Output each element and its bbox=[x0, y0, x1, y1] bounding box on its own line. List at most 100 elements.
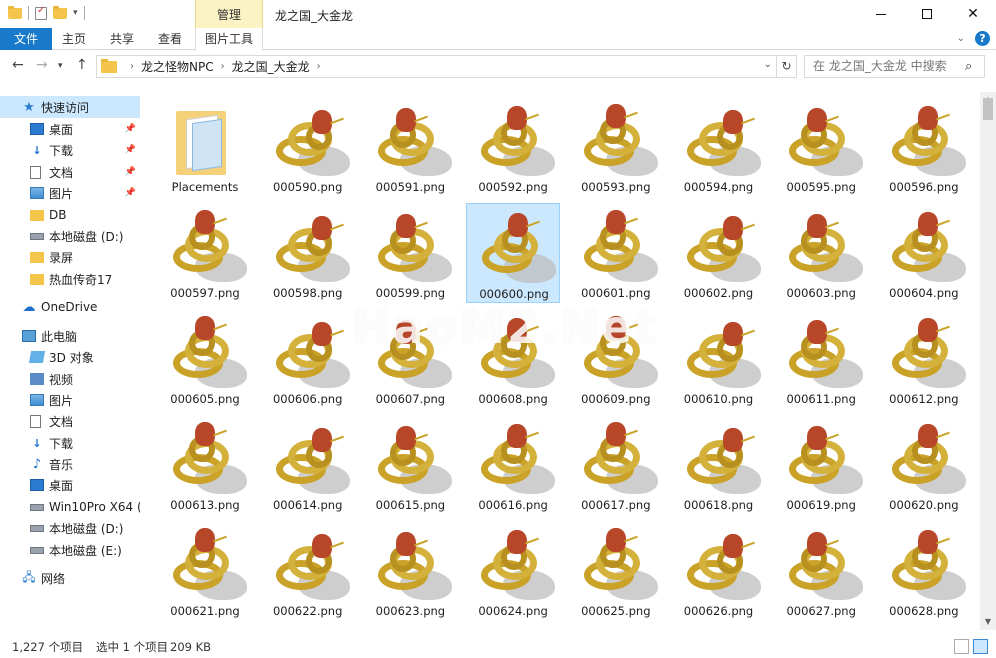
nav-item-drive-d-pc[interactable]: 本地磁盘 (D:) bbox=[0, 517, 140, 539]
file-item[interactable]: 000593.png bbox=[569, 97, 663, 197]
file-item[interactable]: 000590.png bbox=[261, 97, 355, 197]
large-icons-view-icon[interactable] bbox=[973, 639, 988, 654]
file-item[interactable]: 000620.png bbox=[877, 415, 971, 515]
help-icon[interactable]: ? bbox=[975, 31, 990, 46]
file-item[interactable]: 000614.png bbox=[261, 415, 355, 515]
file-item[interactable]: 000599.png bbox=[363, 203, 457, 303]
folder-item[interactable]: Placements bbox=[158, 97, 252, 197]
recent-locations-icon[interactable]: ▾ bbox=[58, 61, 63, 71]
search-input[interactable]: 在 龙之国_大金龙 中搜索 bbox=[804, 55, 985, 78]
file-item[interactable]: 000611.png bbox=[774, 309, 868, 409]
file-item[interactable]: 000624.png bbox=[466, 521, 560, 621]
tab-share[interactable]: 共享 bbox=[104, 28, 140, 50]
nav-item-quick-access[interactable]: ★ 快速访问 bbox=[0, 96, 140, 118]
tab-view[interactable]: 查看 bbox=[152, 28, 188, 50]
nav-item-desktop[interactable]: 桌面 📌 bbox=[0, 118, 140, 140]
nav-item-screen-recordings[interactable]: 录屏 bbox=[0, 246, 140, 268]
file-item[interactable]: 000601.png bbox=[569, 203, 663, 303]
pin-icon[interactable]: 📌 bbox=[125, 188, 136, 198]
close-button[interactable]: ✕ bbox=[950, 0, 996, 28]
nav-item-documents[interactable]: 文档 📌 bbox=[0, 161, 140, 183]
maximize-button[interactable] bbox=[904, 0, 950, 28]
file-item[interactable]: 000602.png bbox=[672, 203, 766, 303]
nav-item-db[interactable]: DB bbox=[0, 204, 140, 226]
chevron-right-icon[interactable]: › bbox=[317, 61, 321, 72]
file-item[interactable]: 000613.png bbox=[158, 415, 252, 515]
nav-item-downloads-pc[interactable]: ↓ 下载 bbox=[0, 432, 140, 454]
properties-icon[interactable] bbox=[35, 5, 47, 20]
file-item[interactable]: 000615.png bbox=[363, 415, 457, 515]
file-item[interactable]: 000594.png bbox=[672, 97, 766, 197]
nav-item-videos[interactable]: 视频 bbox=[0, 368, 140, 390]
nav-item-legend-17[interactable]: 热血传奇17 bbox=[0, 268, 140, 290]
breadcrumb-item[interactable]: 龙之国_大金龙 bbox=[232, 58, 310, 75]
pin-icon[interactable]: 📌 bbox=[125, 145, 136, 155]
nav-item-desktop-pc[interactable]: 桌面 bbox=[0, 474, 140, 496]
nav-item-pictures[interactable]: 图片 📌 bbox=[0, 182, 140, 204]
file-item[interactable]: 000612.png bbox=[877, 309, 971, 409]
address-bar[interactable]: › 龙之怪物NPC › 龙之国_大金龙 › ⌄ bbox=[96, 55, 777, 78]
chevron-right-icon[interactable]: › bbox=[130, 61, 134, 72]
nav-item-drive-d[interactable]: 本地磁盘 (D:) bbox=[0, 225, 140, 247]
address-row: ← → ▾ ↑ › 龙之怪物NPC › 龙之国_大金龙 › ⌄ ↻ 在 龙之国_… bbox=[0, 51, 996, 81]
file-item[interactable]: 000625.png bbox=[569, 521, 663, 621]
details-view-icon[interactable] bbox=[954, 639, 969, 654]
file-item[interactable]: 000619.png bbox=[774, 415, 868, 515]
up-arrow-icon[interactable]: ↑ bbox=[76, 57, 88, 73]
file-item[interactable]: 000595.png bbox=[774, 97, 868, 197]
file-item[interactable]: 000600.png bbox=[466, 203, 561, 303]
folder-icon[interactable] bbox=[8, 5, 22, 19]
tab-picture-tools[interactable]: 图片工具 bbox=[195, 28, 263, 51]
scroll-down-arrow-icon[interactable]: ▼ bbox=[980, 614, 996, 630]
nav-item-drive-e[interactable]: 本地磁盘 (E:) bbox=[0, 539, 140, 561]
refresh-button[interactable]: ↻ bbox=[777, 55, 797, 78]
nav-item-music[interactable]: ♪ 音乐 bbox=[0, 453, 140, 475]
nav-item-downloads[interactable]: ↓ 下载 📌 bbox=[0, 139, 140, 161]
file-item[interactable]: 000596.png bbox=[877, 97, 971, 197]
nav-item-pictures-pc[interactable]: 图片 bbox=[0, 389, 140, 411]
nav-item-this-pc[interactable]: 此电脑 bbox=[0, 325, 140, 347]
file-item[interactable]: 000610.png bbox=[672, 309, 766, 409]
manage-context-tab[interactable]: 管理 bbox=[195, 0, 263, 28]
file-item[interactable]: 000606.png bbox=[261, 309, 355, 409]
nav-item-drive-c[interactable]: Win10Pro X64 (C:) bbox=[0, 496, 140, 518]
search-icon[interactable]: ⌕ bbox=[965, 59, 990, 74]
nav-item-onedrive[interactable]: ☁ OneDrive bbox=[0, 296, 140, 318]
file-item[interactable]: 000605.png bbox=[158, 309, 252, 409]
file-name-label: 000593.png bbox=[581, 180, 651, 194]
nav-item-network[interactable]: 🖧 网络 bbox=[0, 567, 140, 589]
file-item[interactable]: 000597.png bbox=[158, 203, 252, 303]
file-item[interactable]: 000621.png bbox=[158, 521, 252, 621]
pin-icon[interactable]: 📌 bbox=[125, 167, 136, 177]
file-item[interactable]: 000627.png bbox=[774, 521, 868, 621]
file-item[interactable]: 000603.png bbox=[774, 203, 868, 303]
file-item[interactable]: 000598.png bbox=[261, 203, 355, 303]
nav-item-documents-pc[interactable]: 文档 bbox=[0, 410, 140, 432]
file-item[interactable]: 000591.png bbox=[363, 97, 457, 197]
tab-home[interactable]: 主页 bbox=[56, 28, 92, 50]
vertical-scrollbar[interactable]: ▲ ▼ bbox=[980, 92, 996, 630]
breadcrumb-item[interactable]: 龙之怪物NPC bbox=[141, 58, 214, 75]
file-item[interactable]: 000623.png bbox=[363, 521, 457, 621]
tab-file[interactable]: 文件 bbox=[0, 28, 52, 50]
file-item[interactable]: 000592.png bbox=[466, 97, 560, 197]
forward-arrow-icon[interactable]: → bbox=[36, 57, 48, 73]
scrollbar-thumb[interactable] bbox=[983, 98, 993, 120]
file-item[interactable]: 000617.png bbox=[569, 415, 663, 515]
file-item[interactable]: 000628.png bbox=[877, 521, 971, 621]
file-item[interactable]: 000604.png bbox=[877, 203, 971, 303]
file-item[interactable]: 000622.png bbox=[261, 521, 355, 621]
file-item[interactable]: 000618.png bbox=[672, 415, 766, 515]
minimize-button[interactable] bbox=[858, 0, 904, 28]
file-item[interactable]: 000616.png bbox=[466, 415, 560, 515]
expand-ribbon-icon[interactable]: ⌄ bbox=[957, 33, 965, 44]
nav-item-label: 图片 bbox=[49, 186, 74, 201]
nav-item-3d-objects[interactable]: 3D 对象 bbox=[0, 346, 140, 368]
customize-toolbar-icon[interactable]: ▾ bbox=[73, 8, 78, 18]
back-arrow-icon[interactable]: ← bbox=[12, 57, 24, 73]
chevron-down-icon[interactable]: ⌄ bbox=[764, 59, 772, 70]
chevron-right-icon[interactable]: › bbox=[221, 61, 225, 72]
new-folder-icon[interactable] bbox=[53, 5, 67, 19]
pin-icon[interactable]: 📌 bbox=[125, 124, 136, 134]
file-item[interactable]: 000626.png bbox=[672, 521, 766, 621]
